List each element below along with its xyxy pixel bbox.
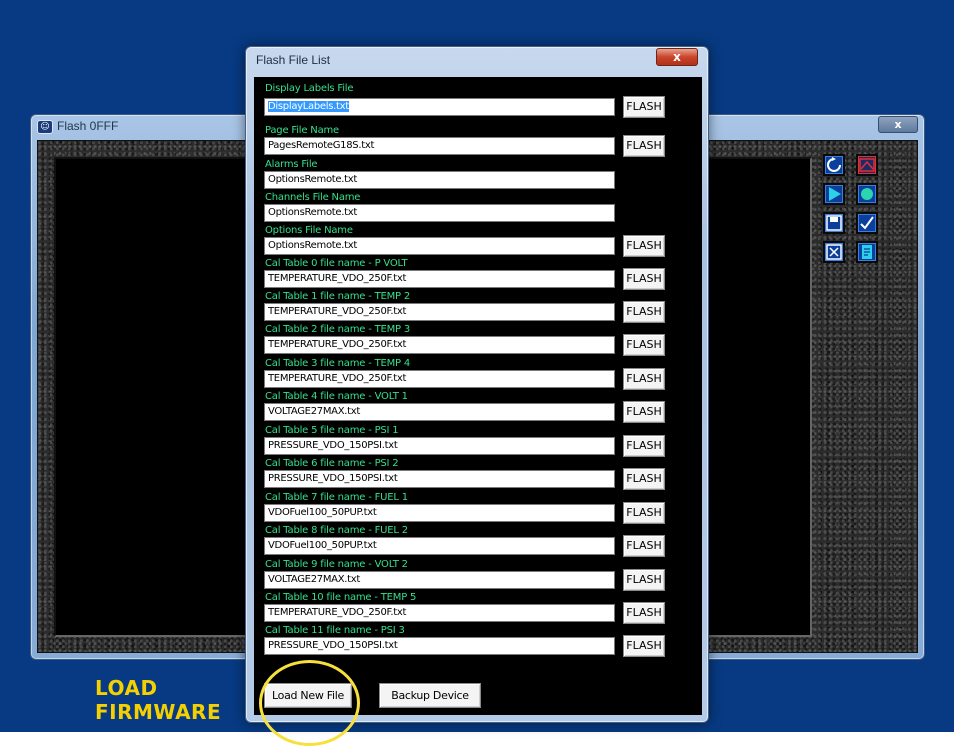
field-label: Cal Table 4 file name - VOLT 1 bbox=[265, 391, 408, 402]
field-label: Cal Table 11 file name - PSI 3 bbox=[265, 625, 405, 636]
file-name-input[interactable]: VOLTAGE27MAX.txt bbox=[264, 571, 615, 589]
file-name-input[interactable]: OptionsRemote.txt bbox=[264, 237, 615, 255]
field-label: Cal Table 8 file name - FUEL 2 bbox=[265, 525, 408, 536]
file-name-value: TEMPERATURE_VDO_250F.txt bbox=[268, 339, 407, 350]
file-name-value: PRESSURE_VDO_150PSI.txt bbox=[268, 640, 398, 651]
file-name-input[interactable]: VDOFuel100_50PUP.txt bbox=[264, 537, 615, 555]
play-icon[interactable] bbox=[823, 183, 845, 205]
file-name-value: DisplayLabels.txt bbox=[268, 101, 349, 112]
annotation-firmware: FIRMWARE bbox=[95, 700, 222, 724]
field-label: Cal Table 1 file name - TEMP 2 bbox=[265, 291, 411, 302]
flash-button[interactable]: FLASH bbox=[623, 135, 665, 157]
file-list-panel: Display Labels File DisplayLabels.txt FLAS… bbox=[254, 77, 702, 715]
flash-button[interactable]: FLASH bbox=[623, 301, 665, 323]
field-label: Cal Table 2 file name - TEMP 3 bbox=[265, 324, 411, 335]
file-name-input[interactable]: OptionsRemote.txt bbox=[264, 204, 615, 222]
file-name-input[interactable]: PRESSURE_VDO_150PSI.txt bbox=[264, 437, 615, 455]
flash-button[interactable]: FLASH bbox=[623, 602, 665, 624]
file-name-input[interactable]: VOLTAGE27MAX.txt bbox=[264, 403, 615, 421]
flash-button[interactable]: FLASH bbox=[623, 435, 665, 457]
flash-button[interactable]: FLASH bbox=[623, 268, 665, 290]
flash-button[interactable]: FLASH bbox=[623, 334, 665, 356]
flash-button[interactable]: FLASH bbox=[623, 635, 665, 657]
file-name-input[interactable]: TEMPERATURE_VDO_250F.txt bbox=[264, 370, 615, 388]
file-name-value: VOLTAGE27MAX.txt bbox=[268, 406, 360, 417]
flash-button[interactable]: FLASH bbox=[623, 535, 665, 557]
app-icon: ☺ bbox=[37, 120, 53, 134]
flash-button[interactable]: FLASH bbox=[623, 502, 665, 524]
load-new-file-button[interactable]: Load New File bbox=[264, 683, 352, 708]
record-icon[interactable] bbox=[856, 183, 878, 205]
dialog-close-button[interactable]: x bbox=[656, 48, 698, 66]
flash-button[interactable]: FLASH bbox=[623, 401, 665, 423]
dialog-title: Flash File List bbox=[256, 53, 331, 67]
field-label: Options File Name bbox=[265, 225, 353, 236]
main-window-title: Flash 0FFF bbox=[57, 119, 119, 133]
document-icon[interactable] bbox=[856, 241, 878, 263]
flash-button[interactable]: FLASH bbox=[623, 96, 665, 118]
check-icon[interactable] bbox=[856, 212, 878, 234]
file-name-input[interactable]: TEMPERATURE_VDO_250F.txt bbox=[264, 336, 615, 354]
file-name-input[interactable]: DisplayLabels.txt bbox=[264, 98, 615, 116]
field-label: Display Labels File bbox=[265, 83, 354, 94]
refresh-icon[interactable] bbox=[823, 154, 845, 176]
file-name-input[interactable]: OptionsRemote.txt bbox=[264, 171, 615, 189]
chart-icon[interactable] bbox=[856, 154, 878, 176]
file-name-value: PagesRemoteG18S.txt bbox=[268, 140, 375, 151]
flash-button[interactable]: FLASH bbox=[623, 468, 665, 490]
field-label: Cal Table 7 file name - FUEL 1 bbox=[265, 492, 408, 503]
field-label: Cal Table 9 file name - VOLT 2 bbox=[265, 559, 408, 570]
file-name-value: OptionsRemote.txt bbox=[268, 207, 358, 218]
flash-button[interactable]: FLASH bbox=[623, 235, 665, 257]
file-name-value: VOLTAGE27MAX.txt bbox=[268, 574, 360, 585]
file-name-value: TEMPERATURE_VDO_250F.txt bbox=[268, 373, 407, 384]
field-label: Channels File Name bbox=[265, 192, 361, 203]
flash-button[interactable]: FLASH bbox=[623, 569, 665, 591]
file-name-input[interactable]: TEMPERATURE_VDO_250F.txt bbox=[264, 604, 615, 622]
file-name-value: PRESSURE_VDO_150PSI.txt bbox=[268, 440, 398, 451]
file-name-value: VDOFuel100_50PUP.txt bbox=[268, 507, 377, 518]
file-name-input[interactable]: PRESSURE_VDO_150PSI.txt bbox=[264, 470, 615, 488]
file-name-value: TEMPERATURE_VDO_250F.txt bbox=[268, 273, 407, 284]
close-box-icon[interactable] bbox=[823, 241, 845, 263]
field-label: Cal Table 0 file name - P VOLT bbox=[265, 258, 408, 269]
file-name-input[interactable]: PRESSURE_VDO_150PSI.txt bbox=[264, 637, 615, 655]
field-label: Cal Table 6 file name - PSI 2 bbox=[265, 458, 399, 469]
file-name-value: OptionsRemote.txt bbox=[268, 174, 358, 185]
file-name-input[interactable]: TEMPERATURE_VDO_250F.txt bbox=[264, 303, 615, 321]
field-label: Cal Table 3 file name - TEMP 4 bbox=[265, 358, 411, 369]
file-name-value: PRESSURE_VDO_150PSI.txt bbox=[268, 473, 398, 484]
field-label: Page File Name bbox=[265, 125, 340, 136]
backup-device-button[interactable]: Backup Device bbox=[379, 683, 481, 708]
save-icon[interactable] bbox=[823, 212, 845, 234]
file-name-input[interactable]: TEMPERATURE_VDO_250F.txt bbox=[264, 270, 615, 288]
file-name-input[interactable]: PagesRemoteG18S.txt bbox=[264, 137, 615, 155]
file-name-value: VDOFuel100_50PUP.txt bbox=[268, 540, 377, 551]
main-window-close-button[interactable]: x bbox=[878, 116, 918, 133]
file-name-input[interactable]: VDOFuel100_50PUP.txt bbox=[264, 504, 615, 522]
field-label: Alarms File bbox=[265, 159, 318, 170]
flash-file-list-dialog: Flash File List x Display Labels File Dis… bbox=[245, 46, 709, 723]
file-name-value: OptionsRemote.txt bbox=[268, 240, 358, 251]
flash-button[interactable]: FLASH bbox=[623, 368, 665, 390]
field-label: Cal Table 5 file name - PSI 1 bbox=[265, 425, 399, 436]
file-name-value: TEMPERATURE_VDO_250F.txt bbox=[268, 607, 407, 618]
file-name-value: TEMPERATURE_VDO_250F.txt bbox=[268, 306, 407, 317]
annotation-load: LOAD bbox=[95, 676, 158, 700]
field-label: Cal Table 10 file name - TEMP 5 bbox=[265, 592, 417, 603]
